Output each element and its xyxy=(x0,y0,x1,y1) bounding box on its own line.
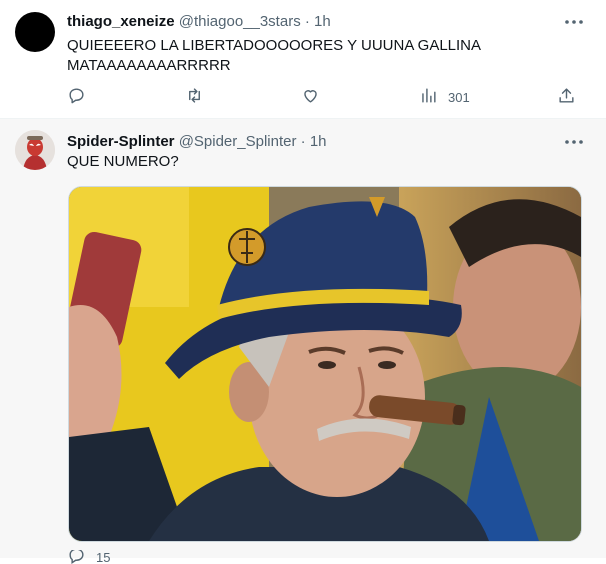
reply-count: 15 xyxy=(96,550,111,564)
tweet-text-line: QUIEEEERO LA LIBERTADOOOOORES Y UUUNA GA… xyxy=(67,37,482,54)
timestamp[interactable]: 1h xyxy=(314,13,331,30)
tweet-text: QUE NUMERO? xyxy=(67,153,179,170)
separator-dot: · xyxy=(300,133,306,150)
tweet-text-line: MATAAAAAAAARRRRR xyxy=(67,57,231,74)
timestamp[interactable]: 1h xyxy=(310,133,327,150)
display-name[interactable]: thiago_xeneize xyxy=(67,13,175,30)
views-icon xyxy=(419,86,438,108)
like-icon xyxy=(301,86,320,108)
reply-icon xyxy=(67,550,86,564)
share-button[interactable] xyxy=(557,86,586,108)
like-button[interactable] xyxy=(301,86,330,108)
reply-button[interactable] xyxy=(67,86,96,108)
tweet[interactable]: Spider-Splinter @Spider_Splinter · 1h QU… xyxy=(0,119,606,564)
avatar[interactable] xyxy=(15,130,55,170)
views-count: 301 xyxy=(448,89,470,105)
tweet-header: thiago_xeneize @thiagoo__3stars · 1h xyxy=(67,13,331,30)
more-icon[interactable] xyxy=(562,12,586,32)
retweet-button[interactable] xyxy=(185,86,214,108)
action-bar: 15 xyxy=(67,550,587,564)
tweet-image[interactable] xyxy=(68,186,582,542)
reply-icon xyxy=(67,86,86,108)
tweet[interactable]: thiago_xeneize @thiagoo__3stars · 1h QUI… xyxy=(0,0,606,119)
views-button[interactable]: 301 xyxy=(419,86,470,108)
action-bar: 301 xyxy=(67,86,587,108)
avatar[interactable] xyxy=(15,12,55,52)
handle[interactable]: @thiagoo__3stars xyxy=(179,13,301,30)
tweet-text: QUIEEEERO LA LIBERTADOOOOORES Y UUUNA GA… xyxy=(67,36,547,76)
separator-dot: · xyxy=(304,13,310,30)
share-icon xyxy=(557,86,576,108)
display-name[interactable]: Spider-Splinter xyxy=(67,133,175,150)
retweet-icon xyxy=(185,86,204,108)
tweet-header: Spider-Splinter @Spider_Splinter · 1h xyxy=(67,133,327,150)
reply-button[interactable]: 15 xyxy=(67,550,110,564)
handle[interactable]: @Spider_Splinter xyxy=(179,133,297,150)
more-icon[interactable] xyxy=(562,132,586,152)
